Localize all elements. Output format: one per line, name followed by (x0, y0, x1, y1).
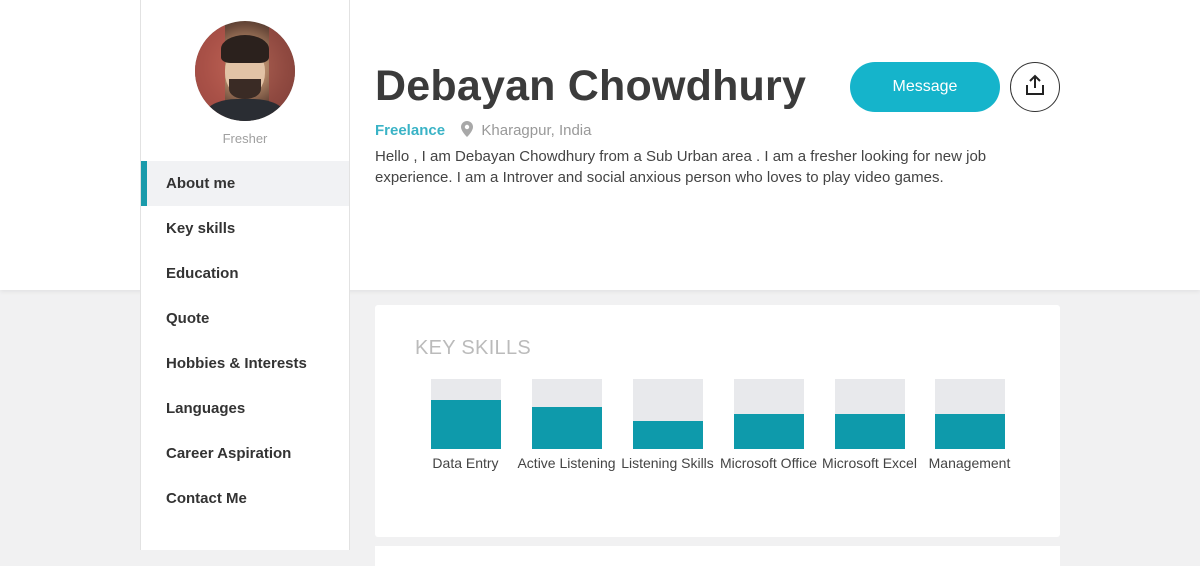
profile-meta: Freelance Kharagpur, India (375, 121, 591, 141)
sidebar-item-career-aspiration[interactable]: Career Aspiration (141, 431, 349, 476)
skill-item: Data Entry (415, 379, 516, 472)
sidebar-item-key-skills[interactable]: Key skills (141, 206, 349, 251)
sidebar-item-about-me[interactable]: About me (141, 161, 349, 206)
map-pin-icon (461, 121, 474, 141)
skill-bar-track (430, 379, 501, 449)
sidebar: Fresher About me Key skills Education Qu… (140, 0, 350, 550)
job-type-link[interactable]: Freelance (375, 122, 445, 139)
profile-name: Debayan Chowdhury (375, 62, 807, 110)
skill-label: Listening Skills (621, 455, 714, 471)
skill-bar-fill (733, 414, 804, 449)
skill-bar-fill (834, 414, 905, 449)
skill-bar-track (632, 379, 703, 449)
skill-bar-fill (430, 400, 501, 449)
sidebar-nav: About me Key skills Education Quote Hobb… (141, 161, 349, 521)
skill-item: Listening Skills (617, 379, 718, 472)
skill-label: Data Entry (432, 455, 499, 471)
profile-bio: Hello , I am Debayan Chowdhury from a Su… (375, 148, 987, 186)
next-section-card (375, 546, 1060, 566)
sidebar-item-languages[interactable]: Languages (141, 386, 349, 431)
share-upload-icon (1025, 74, 1045, 101)
sidebar-item-quote[interactable]: Quote (141, 296, 349, 341)
message-button[interactable]: Message (850, 62, 1000, 112)
skill-bar-track (934, 379, 1005, 449)
key-skills-list: Data Entry Active Listening Listening Sk… (415, 379, 1055, 529)
skill-item: Microsoft Office (718, 379, 819, 472)
skill-label: Management (928, 455, 1011, 471)
sidebar-item-hobbies[interactable]: Hobbies & Interests (141, 341, 349, 386)
sidebar-item-contact-me[interactable]: Contact Me (141, 476, 349, 521)
skill-bar-track (733, 379, 804, 449)
profile-role: Fresher (222, 131, 268, 146)
skill-item: Management (919, 379, 1020, 472)
avatar[interactable] (195, 21, 295, 121)
share-button[interactable] (1010, 62, 1060, 112)
profile-location: Kharagpur, India (481, 122, 592, 139)
key-skills-card: KEY SKILLS Data Entry Active Listening L… (375, 305, 1060, 537)
skill-bar-fill (531, 407, 602, 449)
skill-label: Microsoft Excel (822, 455, 917, 471)
skill-item: Active Listening (516, 379, 617, 472)
key-skills-title: KEY SKILLS (415, 337, 532, 359)
skill-label: Active Listening (517, 455, 616, 471)
skill-bar-track (834, 379, 905, 449)
skill-bar-fill (934, 414, 1005, 449)
skill-bar-fill (632, 421, 703, 449)
skill-label: Microsoft Office (720, 455, 817, 471)
sidebar-item-education[interactable]: Education (141, 251, 349, 296)
skill-item: Microsoft Excel (819, 379, 920, 472)
skill-bar-track (531, 379, 602, 449)
